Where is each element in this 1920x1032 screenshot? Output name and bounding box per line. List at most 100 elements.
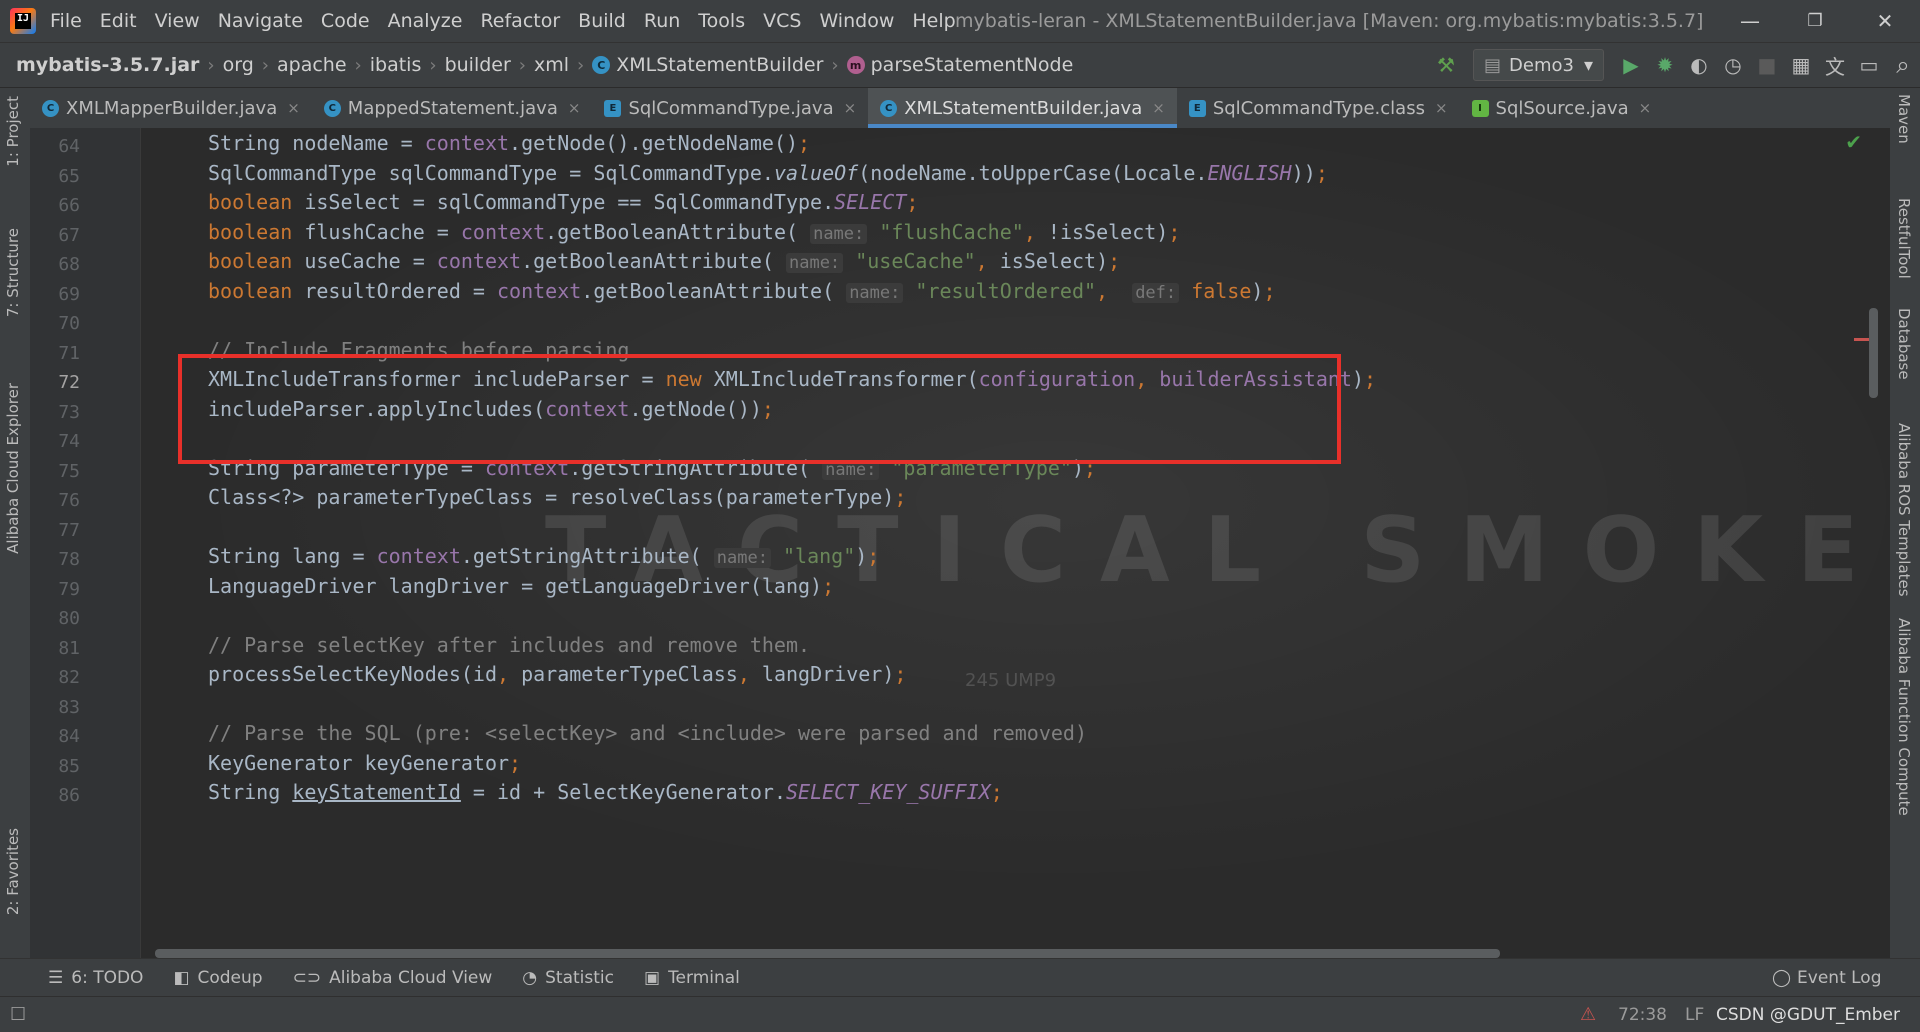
line-number[interactable]: 85 [30,756,80,777]
error-stripe-marker[interactable] [1854,338,1870,341]
alert-icon[interactable]: ⚠ [1580,1004,1596,1025]
line-separator[interactable]: LF [1685,1005,1704,1025]
close-icon[interactable]: × [1435,99,1448,117]
line-number[interactable]: 81 [30,638,80,659]
stop-icon[interactable]: ■ [1750,48,1784,82]
menu-window[interactable]: Window [810,0,903,42]
close-icon[interactable]: × [1639,99,1652,117]
run-config-select[interactable]: ▤ Demo3 ▾ [1473,49,1604,81]
code-line[interactable]: // Parse the SQL (pre: <selectKey> and <… [208,718,1087,748]
tool-terminal[interactable]: ▣ Terminal [644,968,740,988]
tab-sqlsource-java[interactable]: I SqlSource.java × [1460,88,1664,128]
line-number[interactable]: 70 [30,313,80,334]
code-line[interactable]: Class<?> parameterTypeClass = resolveCla… [208,482,906,512]
close-icon[interactable]: × [844,99,857,117]
menu-vcs[interactable]: VCS [754,0,810,42]
tab-sqlcommandtype-class[interactable]: E SqlCommandType.class × [1177,88,1460,128]
translate-icon[interactable]: 文 [1818,48,1852,82]
line-number[interactable]: 77 [30,520,80,541]
breadcrumb-segment-apache[interactable]: apache [277,54,347,76]
close-icon[interactable]: × [1152,99,1165,117]
line-number[interactable]: 74 [30,431,80,452]
terminal-icon[interactable]: ▭ [1852,48,1886,82]
tool-6-todo[interactable]: ☰ 6: TODO [48,968,143,988]
line-number[interactable]: 78 [30,549,80,570]
event-log-button[interactable]: ◯ Event Log [1772,968,1882,988]
tool-alibaba-cloud-explorer[interactable]: Alibaba Cloud Explorer [4,383,22,554]
line-number[interactable]: 86 [30,785,80,806]
code-line[interactable]: String lang = context.getStringAttribute… [208,541,879,571]
menu-build[interactable]: Build [569,0,635,42]
vertical-scrollbar[interactable] [1869,308,1878,398]
breadcrumb-segment-xml[interactable]: xml [534,54,569,76]
tool-project[interactable]: 1: Project [4,96,22,167]
minimize-button[interactable]: — [1720,0,1780,42]
tool-alibaba-cloud-view[interactable]: ⊂⊃ Alibaba Cloud View [293,968,493,988]
tool-codeup[interactable]: ◧ Codeup [173,968,262,988]
code-line[interactable]: String keyStatementId = id + SelectKeyGe… [208,777,1003,807]
coverage-icon[interactable]: ◐ [1682,48,1716,82]
restore-button[interactable]: ❐ [1785,0,1845,42]
line-number[interactable]: 82 [30,667,80,688]
line-number[interactable]: 73 [30,402,80,423]
close-icon[interactable]: × [287,99,300,117]
menu-tools[interactable]: Tools [689,0,754,42]
line-number[interactable]: 64 [30,136,80,157]
menu-view[interactable]: View [146,0,209,42]
line-number[interactable]: 72 [30,372,80,393]
code-line[interactable]: KeyGenerator keyGenerator; [208,748,521,778]
debug-icon[interactable]: ✹ [1648,48,1682,82]
code-editor[interactable]: TACTICAL SMOKE 64 65 66 67 68 69 70 71 72 73 74 75 7… [30,128,1890,958]
tool-alibaba-ros-templates[interactable]: Alibaba ROS Templates [1895,423,1913,597]
project-structure-icon[interactable]: ▦ [1784,48,1818,82]
line-number[interactable]: 75 [30,461,80,482]
menu-analyze[interactable]: Analyze [379,0,472,42]
tool-restfultool[interactable]: RestfulTool [1895,198,1913,279]
code-line[interactable]: boolean flushCache = context.getBooleanA… [208,217,1180,247]
close-window-button[interactable]: ✕ [1855,0,1915,42]
line-number[interactable]: 79 [30,579,80,600]
menu-run[interactable]: Run [635,0,689,42]
line-number[interactable]: 66 [30,195,80,216]
menu-refactor[interactable]: Refactor [471,0,569,42]
breadcrumb-segment-org[interactable]: org [223,54,254,76]
tool-statistic[interactable]: ◔ Statistic [522,968,614,988]
menu-edit[interactable]: Edit [91,0,146,42]
code-line[interactable]: SqlCommandType sqlCommandType = SqlComma… [208,158,1328,188]
toggle-tool-windows-icon[interactable]: ☐ [10,1004,26,1025]
menu-file[interactable]: File [50,0,91,42]
code-line[interactable]: boolean resultOrdered = context.getBoole… [208,276,1276,306]
code-line[interactable]: processSelectKeyNodes(id, parameterTypeC… [208,659,906,689]
line-number[interactable]: 67 [30,225,80,246]
breadcrumb-segment-builder[interactable]: builder [445,54,511,76]
tab-mappedstatement-java[interactable]: C MappedStatement.java × [312,88,593,128]
tool-maven[interactable]: Maven [1895,94,1913,144]
code-line[interactable]: LanguageDriver langDriver = getLanguageD… [208,571,834,601]
tool-database[interactable]: Database [1895,308,1913,380]
tab-xmlstatementbuilder-java[interactable]: C XMLStatementBuilder.java × [868,88,1177,128]
line-number[interactable]: 83 [30,697,80,718]
breadcrumb-class[interactable]: C XMLStatementBuilder [592,54,823,76]
line-number[interactable]: 80 [30,608,80,629]
tool-favorites[interactable]: 2: Favorites [4,828,22,915]
hammer-icon[interactable]: ⚒ [1429,48,1463,82]
tool-structure[interactable]: 7: Structure [4,228,22,317]
run-icon[interactable]: ▶ [1614,48,1648,82]
code-line[interactable]: boolean useCache = context.getBooleanAtt… [208,246,1120,276]
menu-navigate[interactable]: Navigate [209,0,312,42]
breadcrumb-jar[interactable]: mybatis-3.5.7.jar [16,54,199,76]
line-number[interactable]: 71 [30,343,80,364]
tab-sqlcommandtype-java[interactable]: E SqlCommandType.java × [592,88,868,128]
horizontal-scrollbar[interactable] [155,949,1500,958]
search-icon[interactable]: ⌕ [1886,48,1920,82]
close-icon[interactable]: × [568,99,581,117]
line-number[interactable]: 76 [30,490,80,511]
tool-alibaba-function-compute[interactable]: Alibaba Function Compute [1895,618,1913,816]
profile-icon[interactable]: ◷ [1716,48,1750,82]
line-number[interactable]: 68 [30,254,80,275]
code-line[interactable]: String nodeName = context.getNode().getN… [208,128,810,158]
line-number[interactable]: 69 [30,284,80,305]
code-line[interactable]: boolean isSelect = sqlCommandType == Sql… [208,187,918,217]
line-number[interactable]: 84 [30,726,80,747]
code-line[interactable]: // Parse selectKey after includes and re… [208,630,810,660]
